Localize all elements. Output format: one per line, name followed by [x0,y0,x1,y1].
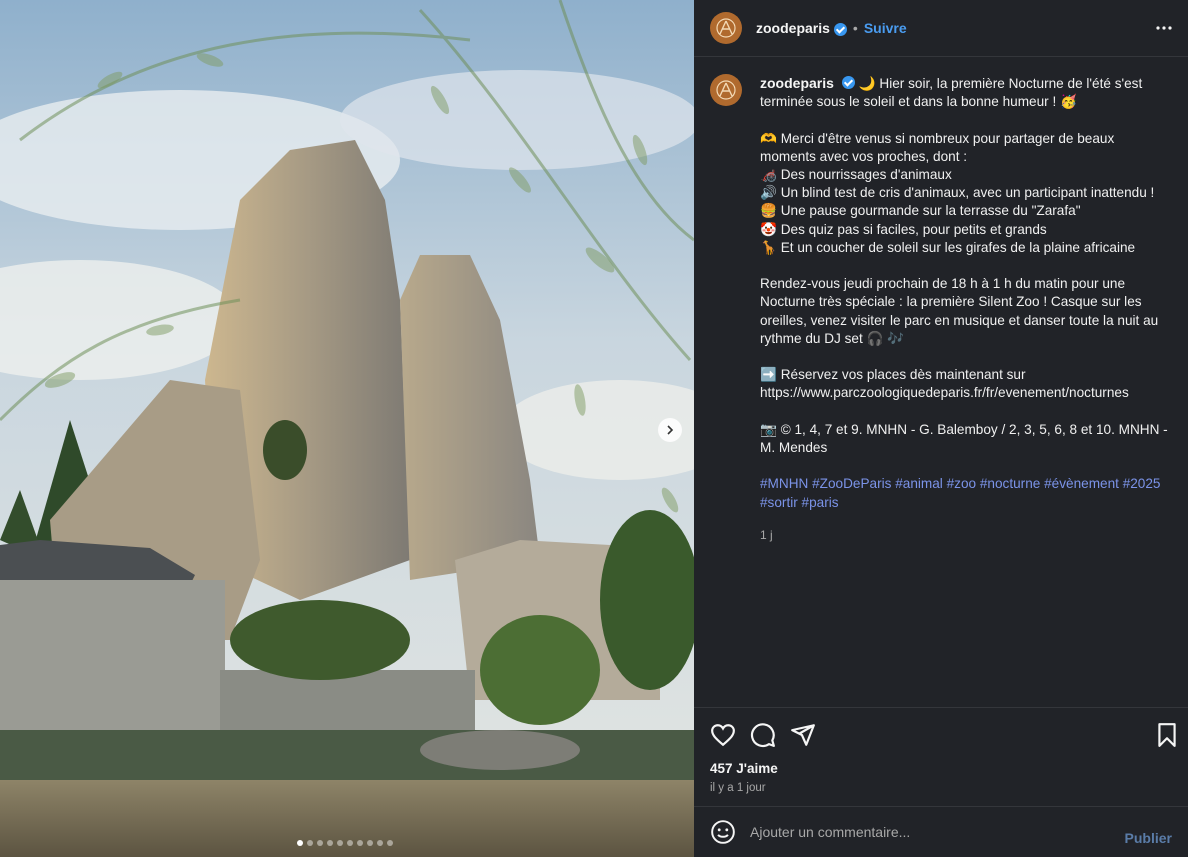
caption-line: Rendez-vous jeudi prochain de 18 h à 1 h… [760,276,1159,346]
carousel-dot [347,840,353,846]
post-header: zoodeparis • Suivre [694,0,1188,57]
carousel-dot [307,840,313,846]
post-date: il y a 1 jour [710,782,766,794]
post-actions [694,707,1188,757]
carousel-dot [377,840,383,846]
verified-badge-icon [841,76,855,89]
heart-icon[interactable] [710,722,736,748]
carousel-dot [327,840,333,846]
caption-line: zoodeparis 🌙 Hier soir, la première Noct… [760,74,1170,111]
carousel-next-button[interactable] [658,418,682,442]
comment-input[interactable] [750,824,1110,840]
caption-line: 🫶 Merci d'être venus si nombreux pour pa… [760,130,1115,164]
more-options-button[interactable] [1154,18,1174,38]
caption-text: zoodeparis 🌙 Hier soir, la première Noct… [760,74,1170,544]
separator-dot: • [852,20,858,36]
caption-body: zoodeparis 🌙 Hier soir, la première Noct… [760,74,1170,475]
carousel-dot [357,840,363,846]
carousel-dot [387,840,393,846]
likes-count[interactable]: 457 J'aime [710,761,778,776]
post-caption: zoodeparis 🌙 Hier soir, la première Noct… [710,74,1172,544]
hashtags[interactable]: #MNHN #ZooDeParis #animal #zoo #nocturne… [760,475,1170,511]
carousel-dot [367,840,373,846]
follow-button[interactable]: Suivre [864,20,907,36]
avatar[interactable] [710,12,742,44]
caption-line: 🤡 Des quiz pas si faciles, pour petits e… [760,221,1047,237]
post-photo[interactable] [0,0,694,857]
zoo-logo-icon [716,80,736,100]
username[interactable]: zoodeparis [756,20,830,36]
carousel-dot [317,840,323,846]
more-icon [1156,26,1172,30]
caption-line: 🦽 Des nourrissages d'animaux [760,167,952,182]
caption-line: 🔊 Un blind test de cris d'animaux, avec … [760,185,1155,201]
send-icon[interactable] [790,722,816,748]
caption-avatar[interactable] [710,74,742,106]
carousel-dot [337,840,343,846]
zoo-rock-photo [0,0,694,857]
bookmark-icon[interactable] [1154,722,1180,748]
comment-icon[interactable] [750,722,776,748]
carousel-dot [297,840,303,846]
verified-badge-icon [833,22,847,36]
zoo-logo-icon [716,18,736,38]
caption-line: 🍔 Une pause gourmande sur la terrasse du… [760,203,1081,219]
caption-line: ➡️ Réservez vos places dès maintenant su… [760,367,1129,401]
caption-line: 🦒 Et un coucher de soleil sur les girafe… [760,239,1136,255]
chevron-right-icon [667,425,674,435]
smiley-icon[interactable] [710,819,736,845]
post-side-panel: zoodeparis • Suivre zoodeparis 🌙 Hier so… [694,0,1188,857]
caption-line: 📷 © 1, 4, 7 et 9. MNHN - G. Balemboy / 2… [760,421,1168,455]
carousel-indicator [297,840,393,846]
caption-username[interactable]: zoodeparis [760,75,834,91]
comment-bar: Publier [694,806,1188,857]
caption-timestamp: 1 j [760,527,773,542]
publish-button[interactable]: Publier [1125,830,1172,846]
